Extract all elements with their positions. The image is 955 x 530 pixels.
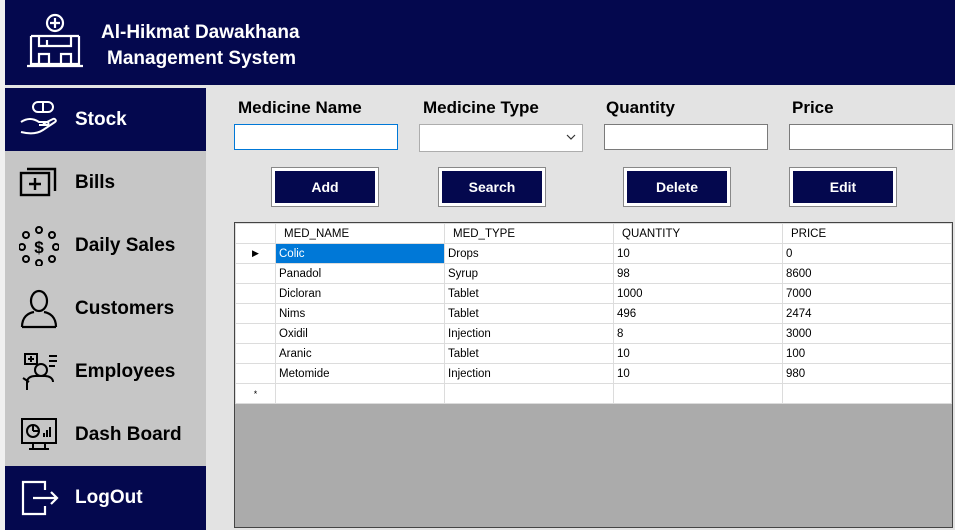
dashboard-icon [21,418,57,450]
table-cell[interactable]: Metomide [275,363,445,384]
table-cell[interactable]: 7000 [782,283,952,304]
column-header-med-type[interactable]: MED_TYPE [444,223,614,244]
new-row[interactable]: * [235,383,952,404]
row-header[interactable] [235,343,276,364]
sidebar-item-label: Daily Sales [75,235,176,256]
table-cell[interactable] [613,383,783,404]
sidebar-item-label: Bills [75,172,116,193]
table-cell[interactable]: Nims [275,303,445,324]
table-cell[interactable] [444,383,614,404]
table-cell[interactable]: 1000 [613,283,783,304]
column-header-med-name[interactable]: MED_NAME [275,223,445,244]
sidebar-item-label: Customers [75,298,175,319]
user-icon [20,289,58,329]
table-cell[interactable]: 10 [613,343,783,364]
sidebar: Stock Bills $ Daily Sales Customers Empl… [5,85,206,530]
table-cell[interactable] [782,383,952,404]
new-row-indicator: * [235,383,276,404]
app-title-line-1: Al-Hikmat Dawakhana [101,22,300,43]
row-header[interactable] [235,283,276,304]
table-cell[interactable]: Injection [444,323,614,344]
table-header-row: MED_NAME MED_TYPE QUANTITY PRICE [235,223,952,244]
table-row[interactable]: Metomide Injection 10 980 [235,363,952,384]
medicine-type-label: Medicine Type [423,98,539,117]
row-header-corner [235,223,276,244]
hand-pill-icon [20,101,57,135]
edit-button[interactable]: Edit [789,167,897,207]
row-header[interactable] [235,363,276,384]
column-header-quantity[interactable]: QUANTITY [613,223,783,244]
sidebar-item-logout[interactable]: LogOut [5,466,206,530]
quantity-input[interactable] [604,124,768,150]
sidebar-item-label: LogOut [75,487,143,508]
sidebar-item-stock[interactable]: Stock [5,88,206,151]
sidebar-item-label: Employees [75,361,176,382]
table-cell[interactable]: 8600 [782,263,952,284]
sidebar-item-label: Dash Board [75,424,182,445]
sidebar-item-label: Stock [75,109,127,130]
sidebar-item-dashboard[interactable]: Dash Board [5,403,206,466]
column-header-price[interactable]: PRICE [782,223,952,244]
table-cell[interactable]: Tablet [444,303,614,324]
table-cell[interactable]: Panadol [275,263,445,284]
price-input[interactable] [789,124,953,150]
table-cell[interactable]: 10 [613,363,783,384]
table-cell[interactable]: 10 [613,243,783,264]
quantity-label: Quantity [606,98,675,117]
row-header[interactable] [235,323,276,344]
delete-button[interactable]: Delete [623,167,731,207]
price-label: Price [792,98,834,117]
table-cell[interactable]: 98 [613,263,783,284]
table-cell[interactable]: Aranic [275,343,445,364]
logout-icon [21,480,59,516]
sidebar-item-daily-sales[interactable]: $ Daily Sales [5,214,206,277]
table-cell[interactable]: Drops [444,243,614,264]
table-cell[interactable]: Dicloran [275,283,445,304]
medicine-name-label: Medicine Name [238,98,362,117]
row-header[interactable] [235,303,276,324]
pharmacy-icon [27,13,83,68]
table-row[interactable]: Oxidil Injection 8 3000 [235,323,952,344]
table-cell[interactable]: Tablet [444,283,614,304]
row-header[interactable] [235,263,276,284]
table-row[interactable]: Aranic Tablet 10 100 [235,343,952,364]
medicine-name-input[interactable] [234,124,398,150]
sidebar-item-customers[interactable]: Customers [5,277,206,340]
table-row[interactable]: ▶ Colic Drops 10 0 [235,243,952,264]
table-cell[interactable]: Tablet [444,343,614,364]
search-button[interactable]: Search [438,167,546,207]
table-cell[interactable]: Oxidil [275,323,445,344]
app-title-line-2: Management System [107,48,297,69]
table-cell[interactable]: 496 [613,303,783,324]
employee-icon [22,353,57,390]
table-cell[interactable]: Syrup [444,263,614,284]
table-cell[interactable] [275,383,445,404]
table-cell[interactable]: Injection [444,363,614,384]
table-cell[interactable]: 100 [782,343,952,364]
app-title: Al-Hikmat Dawakhana Management System [101,20,300,72]
current-row-indicator: ▶ [235,243,276,264]
sidebar-item-employees[interactable]: Employees [5,340,206,403]
chevron-down-icon [566,134,576,140]
sales-icon: $ [19,226,59,266]
table-cell[interactable]: 0 [782,243,952,264]
table-row[interactable]: Nims Tablet 496 2474 [235,303,952,324]
sidebar-item-bills[interactable]: Bills [5,151,206,214]
medicine-type-select[interactable] [419,124,583,152]
app-header: Al-Hikmat Dawakhana Management System [5,0,955,85]
table-cell[interactable]: Colic [275,243,445,264]
medicine-table: MED_NAME MED_TYPE QUANTITY PRICE ▶ Colic… [235,223,952,404]
table-row[interactable]: Panadol Syrup 98 8600 [235,263,952,284]
medicine-data-grid[interactable]: MED_NAME MED_TYPE QUANTITY PRICE ▶ Colic… [234,222,953,528]
bill-icon [19,167,57,197]
table-cell[interactable]: 980 [782,363,952,384]
table-cell[interactable]: 3000 [782,323,952,344]
table-row[interactable]: Dicloran Tablet 1000 7000 [235,283,952,304]
svg-text:$: $ [34,238,44,257]
table-cell[interactable]: 2474 [782,303,952,324]
add-button[interactable]: Add [271,167,379,207]
table-cell[interactable]: 8 [613,323,783,344]
